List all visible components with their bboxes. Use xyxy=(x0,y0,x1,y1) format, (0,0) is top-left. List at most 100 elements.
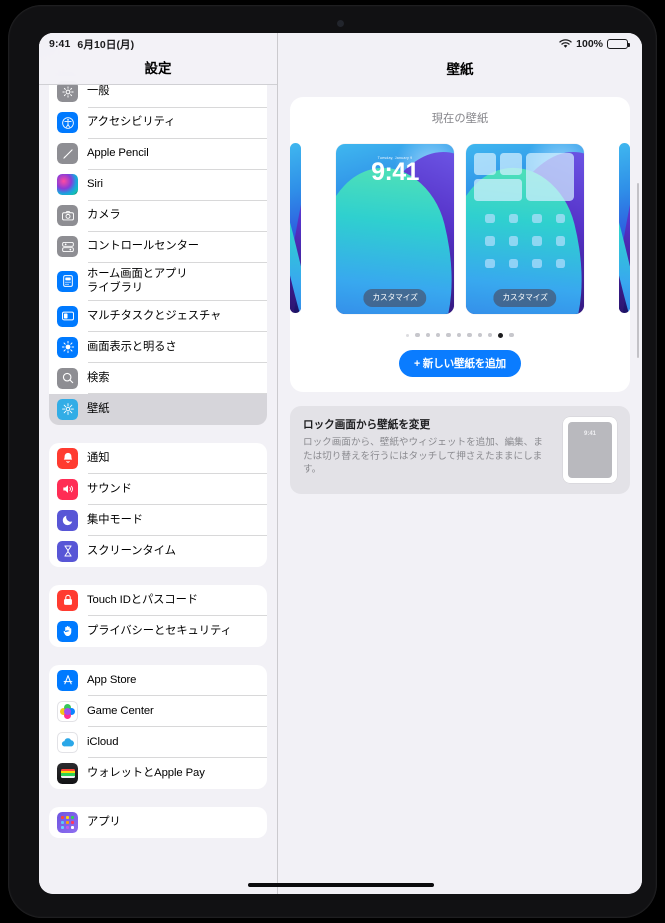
sidebar-item-game-center[interactable]: Game Center xyxy=(49,696,267,727)
customize-home-screen-button[interactable]: カスタマイズ xyxy=(493,288,557,307)
wallet-icon xyxy=(57,762,78,784)
info-card-description: ロック画面から、壁紙やウィジェットを追加、編集、または切り替えを行うにはタッチし… xyxy=(303,437,543,476)
settings-sidebar: 一般 アクセシビリティ Apple Pencil Siri カメラ コントロールセンターホ… xyxy=(39,33,277,894)
page-dot[interactable] xyxy=(415,332,420,338)
widget-small xyxy=(474,152,496,175)
home-screen-app-icon xyxy=(485,236,495,246)
speaker-icon xyxy=(57,478,78,500)
sidebar-item-moon[interactable]: 集中モード xyxy=(49,505,267,536)
lock-icon xyxy=(57,589,78,611)
battery-percent: 100% xyxy=(576,38,603,50)
page-dot[interactable] xyxy=(477,332,482,338)
page-dot[interactable] xyxy=(406,333,410,337)
sidebar-item-home-screen[interactable]: ホーム画面とアプリ ライブラリ xyxy=(49,262,267,301)
sidebar-item-speaker[interactable]: サウンド xyxy=(49,474,267,505)
sidebar-item-label: サウンド xyxy=(87,483,132,496)
sidebar-item-brightness[interactable]: 画面表示と明るさ xyxy=(49,332,267,363)
home-screen-app-grid xyxy=(474,213,576,268)
sidebar-item-sliders[interactable]: コントロールセンター xyxy=(49,231,267,262)
device-thumbnail-time: 9:41 xyxy=(583,431,596,437)
sidebar-item-icloud[interactable]: iCloud xyxy=(49,727,267,758)
widget-large xyxy=(526,152,574,201)
lock-screen-time: 9:41 xyxy=(371,157,419,186)
sidebar-group: App Store Game Center iCloud ウォレットとApple Pa… xyxy=(49,664,267,789)
customize-lock-screen-button[interactable]: カスタマイズ xyxy=(363,288,427,307)
pencil-icon xyxy=(57,143,78,164)
device-thumbnail-icon: 9:41 xyxy=(563,417,621,483)
sidebar-group: 通知サウンド集中モードスクリーンタイム xyxy=(49,442,267,567)
lock-screen-info-card: ロック画面から壁紙を変更 ロック画面から、壁紙やウィジェットを追加、編集、または… xyxy=(290,406,630,494)
apps-grid-icon xyxy=(57,811,78,833)
home-screen-app-icon xyxy=(532,213,542,223)
add-new-wallpaper-button[interactable]: + 新しい壁紙を追加 xyxy=(399,350,521,377)
sidebar-item-label: ウォレットとApple Pay xyxy=(87,767,205,780)
siri-icon xyxy=(57,174,78,195)
sidebar-item-hourglass[interactable]: スクリーンタイム xyxy=(49,536,267,567)
accessibility-icon xyxy=(57,112,78,133)
page-dot[interactable] xyxy=(425,332,431,338)
front-camera-icon xyxy=(337,20,344,27)
sidebar-item-bell[interactable]: 通知 xyxy=(49,443,267,474)
home-screen-app-icon xyxy=(508,236,518,246)
split-view: 一般 アクセシビリティ Apple Pencil Siri カメラ コントロールセンターホ… xyxy=(39,33,642,894)
page-dot[interactable] xyxy=(436,332,441,338)
page-dot[interactable] xyxy=(467,332,472,338)
wallpaper-peek-next[interactable] xyxy=(619,143,630,313)
home-screen-app-icon xyxy=(532,236,542,246)
wallpaper-peek-previous[interactable] xyxy=(290,143,301,313)
sidebar-item-wallpaper[interactable]: 壁紙 xyxy=(49,393,267,425)
wifi-icon xyxy=(559,39,572,48)
page-dot[interactable] xyxy=(456,332,462,338)
sidebar-item-search[interactable]: 検索 xyxy=(49,363,267,394)
sidebar-item-lock[interactable]: Touch IDとパスコード xyxy=(49,585,267,616)
sidebar-item-label: 集中モード xyxy=(87,514,143,527)
sidebar-item-label: Touch IDとパスコード xyxy=(87,594,198,607)
sidebar-item-label: App Store xyxy=(87,674,137,687)
sidebar-item-accessibility[interactable]: アクセシビリティ xyxy=(49,107,267,138)
sidebar-item-pencil[interactable]: Apple Pencil xyxy=(49,138,267,169)
carousel-page-dots[interactable] xyxy=(290,331,630,339)
widget-small xyxy=(500,152,522,175)
sidebar-item-app-store[interactable]: App Store xyxy=(49,665,267,696)
sidebar-group: 一般 アクセシビリティ Apple Pencil Siri カメラ コントロールセンターホ… xyxy=(49,76,267,425)
sidebar-scroll-area[interactable]: 一般 アクセシビリティ Apple Pencil Siri カメラ コントロールセンターホ… xyxy=(39,33,277,894)
home-screen-app-icon xyxy=(508,213,518,223)
sidebar-item-label: カメラ xyxy=(87,209,121,222)
lock-screen-preview[interactable]: Tuesday, January 9 9:41 カスタマイズ xyxy=(336,143,454,314)
battery-icon xyxy=(607,38,630,50)
sidebar-item-label: 画面表示と明るさ xyxy=(87,341,177,354)
camera-icon xyxy=(57,205,78,226)
current-wallpaper-card: 現在の壁紙 Tuesday, January 9 9:41 カスタマイズ カスタ… xyxy=(290,97,630,392)
info-card-text: ロック画面から壁紙を変更 ロック画面から、壁紙やウィジェットを追加、編集、または… xyxy=(303,417,551,477)
sidebar-item-label: 検索 xyxy=(87,372,110,385)
sidebar-item-wallet[interactable]: ウォレットとApple Pay xyxy=(49,758,267,789)
sidebar-title: 設定 xyxy=(144,61,172,76)
home-indicator[interactable] xyxy=(247,883,434,887)
icloud-icon xyxy=(57,731,78,753)
sidebar-item-camera[interactable]: カメラ xyxy=(49,200,267,231)
search-icon xyxy=(57,367,78,389)
wallpaper-carousel[interactable]: Tuesday, January 9 9:41 カスタマイズ カスタマイズ xyxy=(290,137,630,320)
sidebar-item-label: コントロールセンター xyxy=(87,240,199,253)
page-dot[interactable] xyxy=(446,332,451,338)
page-dot[interactable] xyxy=(487,332,493,338)
status-date: 6月10日(月) xyxy=(77,38,135,51)
detail-scrollbar[interactable] xyxy=(636,183,639,358)
sidebar-item-apps-grid[interactable]: アプリ xyxy=(49,807,267,838)
multitasking-icon xyxy=(57,305,78,327)
hand-icon xyxy=(57,620,78,642)
game-center-icon xyxy=(57,700,78,722)
sidebar-item-siri[interactable]: Siri xyxy=(49,169,267,200)
status-bar-right: 100% xyxy=(559,38,630,50)
sidebar-item-label: iCloud xyxy=(87,736,119,749)
current-wallpaper-heading: 現在の壁紙 xyxy=(431,113,489,125)
device-bezel: 9:41 6月10日(月) 100% 一般 アクセシビリティ Apple Penci… xyxy=(8,5,657,918)
sidebar-item-label: 壁紙 xyxy=(87,403,110,416)
info-card-title: ロック画面から壁紙を変更 xyxy=(303,419,431,431)
sidebar-item-multitasking[interactable]: マルチタスクとジェスチャ xyxy=(49,301,267,332)
home-screen-preview[interactable]: カスタマイズ xyxy=(466,143,584,314)
sidebar-item-hand[interactable]: プライバシーとセキュリティ xyxy=(49,616,267,647)
page-dot[interactable] xyxy=(498,332,504,338)
detail-body: 現在の壁紙 Tuesday, January 9 9:41 カスタマイズ カスタ… xyxy=(278,85,642,494)
page-dot[interactable] xyxy=(509,332,514,338)
